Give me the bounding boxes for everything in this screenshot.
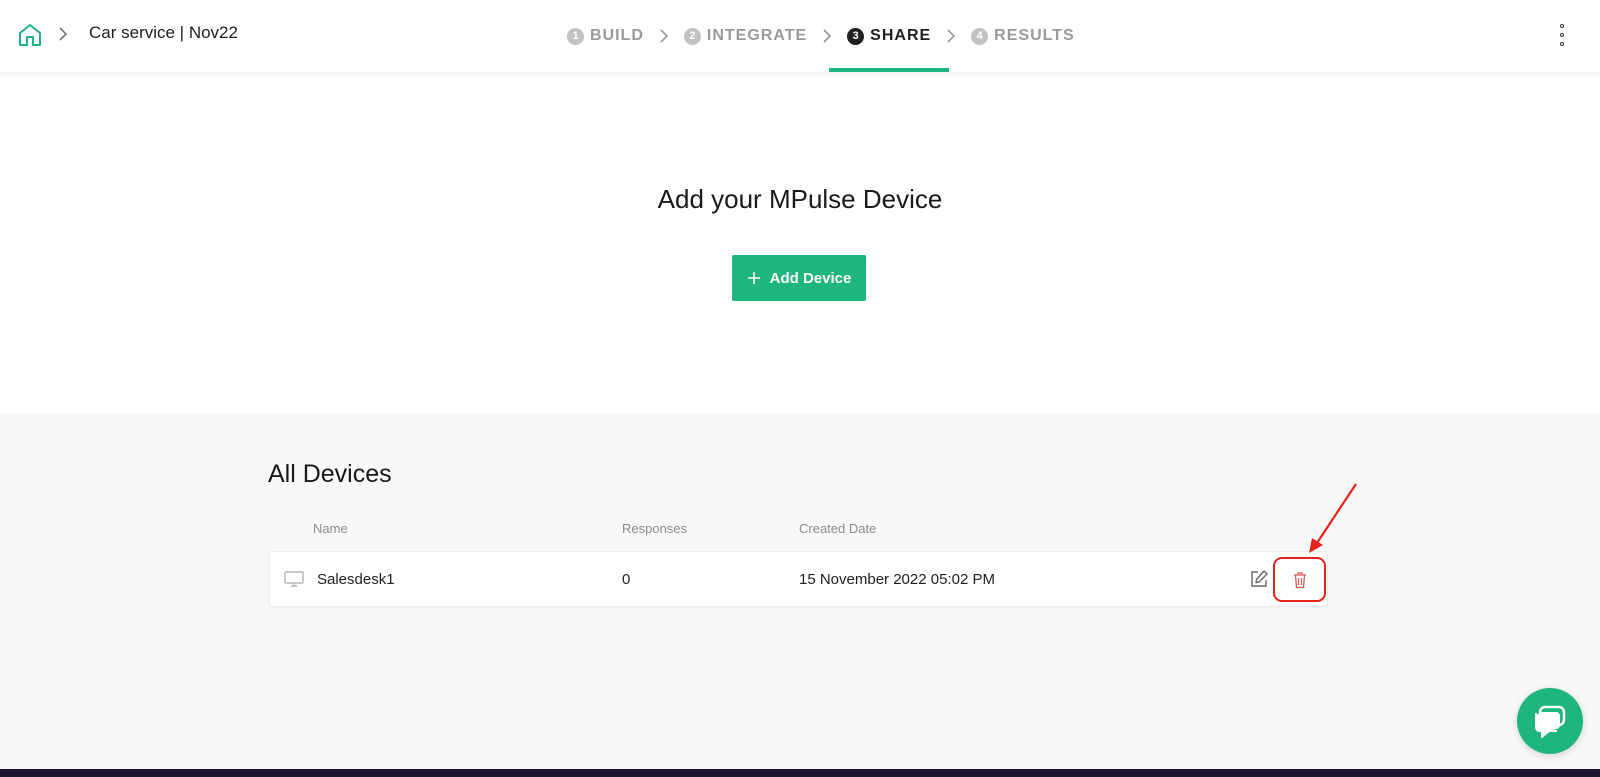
device-responses: 0: [622, 571, 631, 588]
chevron-right-icon: [820, 0, 834, 72]
devices-heading: All Devices: [268, 460, 392, 488]
breadcrumb-title[interactable]: Car service | Nov22: [89, 23, 238, 43]
device-name: Salesdesk1: [317, 571, 395, 588]
chat-icon[interactable]: [1517, 688, 1583, 754]
step-label: SHARE: [870, 27, 932, 44]
home-icon[interactable]: [17, 22, 43, 48]
page: Car service | Nov22 1 BUILD 2 INTEGRATE …: [0, 0, 1600, 777]
device-created-date: 15 November 2022 05:02 PM: [799, 571, 995, 588]
trash-icon: [1293, 571, 1306, 588]
step-label: RESULTS: [994, 27, 1075, 44]
step-results[interactable]: 4 RESULTS: [971, 0, 1074, 72]
step-number: 3: [847, 27, 865, 45]
step-nav: 1 BUILD 2 INTEGRATE 3 SHARE 4 RESULTS: [567, 0, 1075, 72]
monitor-icon: [284, 571, 304, 588]
step-share[interactable]: 3 SHARE: [829, 0, 950, 72]
column-header-name: Name: [313, 521, 348, 536]
column-header-created-date: Created Date: [799, 521, 877, 536]
bottom-strip: [0, 769, 1600, 777]
edit-icon[interactable]: [1249, 569, 1269, 589]
add-device-section: Add your MPulse Device Add Device: [0, 72, 1600, 413]
chevron-right-icon: [944, 0, 958, 72]
column-header-responses: Responses: [622, 521, 688, 536]
add-device-heading: Add your MPulse Device: [657, 184, 943, 214]
chevron-right-icon: [56, 25, 70, 43]
step-label: BUILD: [590, 27, 644, 44]
step-number: 2: [683, 27, 701, 45]
step-number: 1: [567, 27, 584, 45]
step-label: INTEGRATE: [706, 27, 808, 44]
add-device-label: Add Device: [769, 269, 852, 287]
step-build[interactable]: 1 BUILD: [567, 0, 644, 72]
kebab-menu-icon[interactable]: [1556, 24, 1568, 46]
plus-icon: [747, 272, 760, 284]
delete-button[interactable]: [1273, 557, 1326, 602]
top-header: Car service | Nov22 1 BUILD 2 INTEGRATE …: [0, 0, 1600, 72]
chevron-right-icon: [657, 0, 671, 72]
table-row[interactable]: Salesdesk1 0 15 November 2022 05:02 PM: [269, 551, 1328, 607]
annotation-arrow: [1300, 480, 1360, 555]
add-device-button[interactable]: Add Device: [732, 255, 866, 301]
step-number: 4: [971, 27, 989, 45]
step-integrate[interactable]: 2 INTEGRATE: [683, 0, 808, 72]
